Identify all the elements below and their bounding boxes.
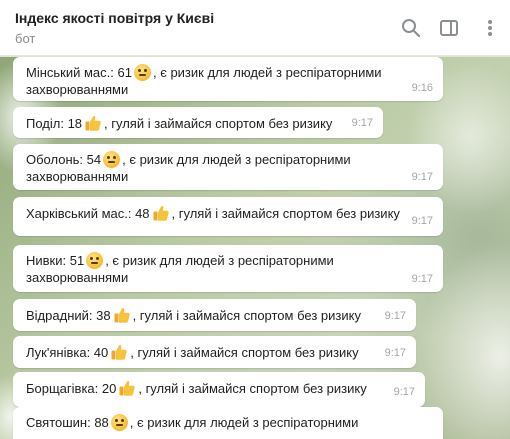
message-bubble[interactable]: Оболонь: 54, є ризик для людей з респіра… <box>13 144 443 190</box>
message-bubble[interactable]: Мінський мас.: 61, є ризик для людей з р… <box>13 57 443 101</box>
thumbs-up-emoji <box>153 205 169 221</box>
neutral-face-emoji <box>86 252 104 269</box>
thumbs-up-emoji <box>114 307 130 323</box>
search-icon[interactable] <box>399 16 423 40</box>
thumbs-up-emoji <box>85 115 101 131</box>
message-bubble[interactable]: Святошин: 88, є ризик для людей з респір… <box>13 407 443 439</box>
message-text: Харківський мас.: 48, гуляй і займайся с… <box>26 205 400 221</box>
message-text: Святошин: 88, є ризик для людей з респір… <box>26 414 359 431</box>
message-bubble[interactable]: Відрадний: 38, гуляй і займайся спортом … <box>13 299 416 331</box>
sidebar-toggle-icon[interactable] <box>437 16 461 40</box>
thumbs-up-emoji <box>119 380 136 396</box>
message-text: Поділ: 18, гуляй і займайся спортом без … <box>26 115 333 131</box>
message-time: 9:17 <box>384 347 406 359</box>
chat-subtitle: бот <box>15 31 36 46</box>
message-bubble[interactable]: Поділ: 18, гуляй і займайся спортом без … <box>13 107 383 138</box>
message-text-line2: захворюваннями <box>26 82 129 97</box>
thumbs-up-emoji <box>111 344 127 360</box>
message-time: 9:17 <box>351 117 373 129</box>
neutral-face-emoji <box>110 414 128 431</box>
message-text: Оболонь: 54, є ризик для людей з респіра… <box>26 151 351 168</box>
message-text: Відрадний: 38, гуляй і займайся спортом … <box>26 307 361 323</box>
message-text: Нивки: 51, є ризик для людей з респірато… <box>26 252 334 269</box>
neutral-face-emoji <box>133 64 151 81</box>
message-time: 9:17 <box>384 310 406 322</box>
message-bubble[interactable]: Харківський мас.: 48, гуляй і займайся с… <box>13 197 443 236</box>
message-text: Борщагівка: 20, гуляй і займайся спортом… <box>26 380 367 396</box>
message-bubble[interactable]: Борщагівка: 20, гуляй і займайся спортом… <box>13 372 425 407</box>
message-time: 9:17 <box>393 386 415 398</box>
message-time: 9:17 <box>411 273 433 285</box>
message-text: Мінський мас.: 61, є ризик для людей з р… <box>26 64 382 81</box>
message-time: 9:17 <box>411 215 433 227</box>
message-text-line2: захворюваннями <box>26 169 129 184</box>
message-text: Лук'янівка: 40, гуляй і займайся спортом… <box>26 344 359 360</box>
message-time: 9:17 <box>411 171 433 183</box>
chat-title[interactable]: Індекс якості повітря у Києві <box>15 10 214 26</box>
message-list[interactable]: Мінський мас.: 61, є ризик для людей з р… <box>0 57 510 439</box>
message-time: 9:16 <box>411 82 433 94</box>
message-text-line2: захворюваннями <box>26 270 129 285</box>
chat-header: Індекс якості повітря у Києві бот <box>0 0 510 56</box>
message-bubble[interactable]: Лук'янівка: 40, гуляй і займайся спортом… <box>13 336 416 368</box>
message-bubble[interactable]: Нивки: 51, є ризик для людей з респірато… <box>13 245 443 292</box>
more-vertical-icon[interactable] <box>478 16 502 40</box>
neutral-face-emoji <box>103 151 121 168</box>
